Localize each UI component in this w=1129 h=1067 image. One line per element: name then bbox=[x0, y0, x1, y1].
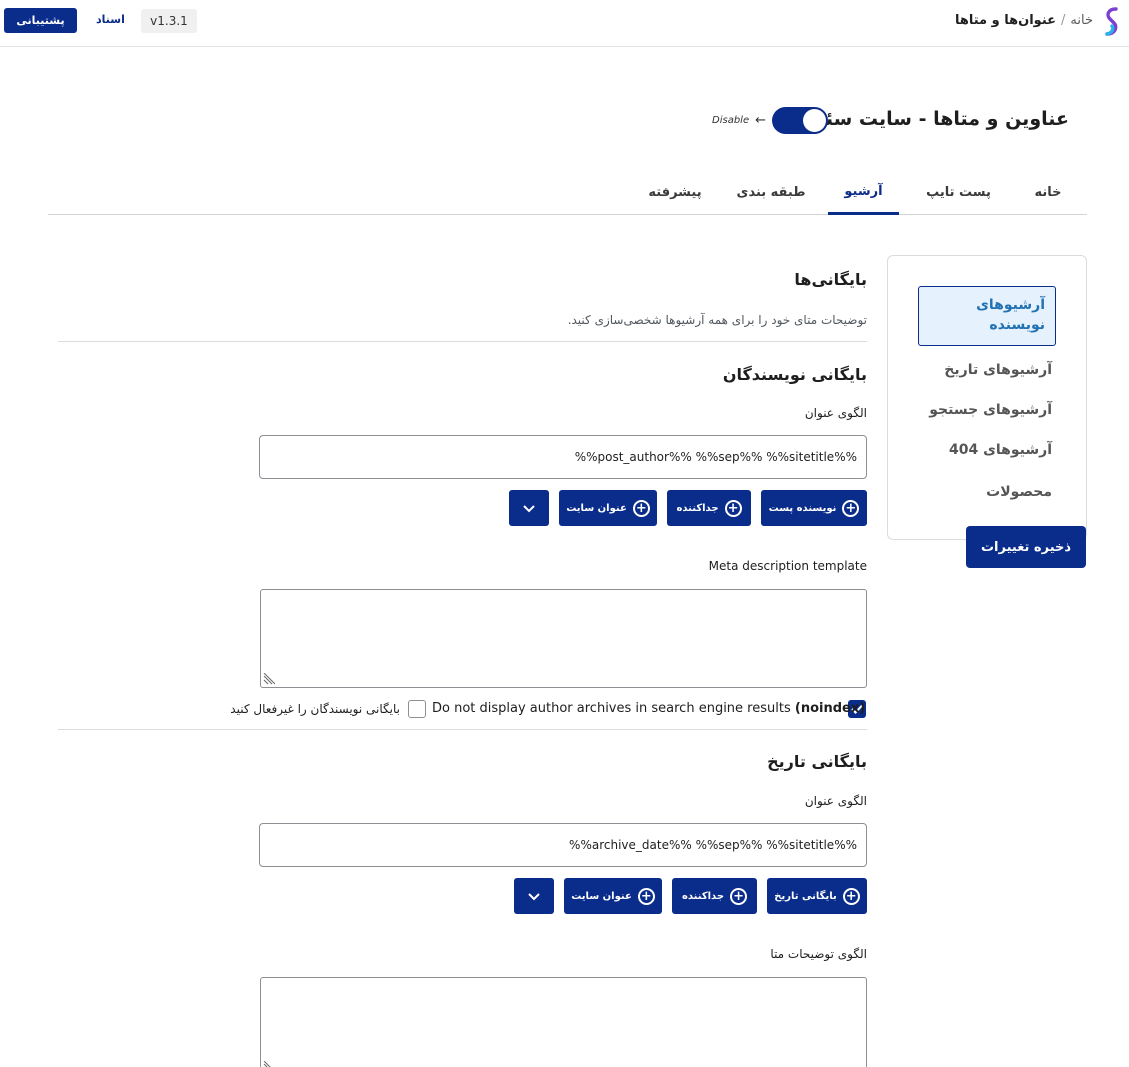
date-title-template-input[interactable]: %%archive_date%% %%sep%% %%sitetitle%% bbox=[259, 823, 867, 867]
insert-separator-label: جداکننده bbox=[676, 502, 719, 514]
disable-author-archives-label: بایگانی نویسندگان را غیرفعال کنید bbox=[230, 702, 400, 716]
disable-author-archives-checkbox[interactable] bbox=[408, 700, 426, 718]
arrow-left-icon: ← bbox=[755, 113, 767, 128]
toggle-label: Disable ← bbox=[712, 113, 766, 128]
insert-post-author-button[interactable]: + نویسنده پست bbox=[761, 490, 867, 526]
date-title-template-label: الگوی عنوان bbox=[804, 794, 867, 808]
insert-site-title-button[interactable]: + عنوان سایت bbox=[564, 878, 662, 914]
tab-archives[interactable]: آرشیو bbox=[828, 170, 899, 215]
author-archive-heading: بایگانی نویسندگان bbox=[722, 365, 867, 384]
section-description: توضیحات متای خود را برای همه آرشیوها شخص… bbox=[567, 313, 867, 327]
sidebar-item-author-archives[interactable]: آرشیوهای نویسنده bbox=[918, 286, 1056, 346]
logo-icon[interactable] bbox=[1101, 6, 1121, 38]
plus-circle-icon: + bbox=[842, 887, 860, 905]
page-title: عناوین و متاها - سایت سئو bbox=[813, 108, 1069, 130]
version-badge: v1.3.1 bbox=[141, 9, 197, 33]
author-title-template-input[interactable]: %%post_author%% %%sep%% %%sitetitle%% bbox=[259, 435, 867, 479]
insert-site-title-label: عنوان سایت bbox=[566, 502, 627, 514]
insert-site-title-label: عنوان سایت bbox=[571, 890, 632, 902]
tab-post-types[interactable]: پست تایپ bbox=[911, 170, 1006, 215]
support-button[interactable]: پشتیبانی bbox=[4, 8, 77, 33]
section-title: بایگانی‌ها bbox=[794, 270, 867, 289]
sidebar-item-search-archives[interactable]: آرشیوهای جستجو bbox=[929, 402, 1052, 418]
noindex-label: Do not display author archives in search… bbox=[432, 701, 865, 716]
sidebar-item-products[interactable]: محصولات bbox=[986, 484, 1052, 500]
module-toggle[interactable] bbox=[772, 107, 828, 134]
insert-post-author-label: نویسنده پست bbox=[768, 502, 837, 514]
tab-bar: خانه پست تایپ آرشیو طبقه بندی پیشرفته bbox=[48, 170, 1087, 215]
plus-circle-icon: + bbox=[730, 887, 748, 905]
tab-home[interactable]: خانه bbox=[1018, 170, 1078, 215]
more-variables-dropdown[interactable] bbox=[509, 490, 549, 526]
breadcrumb-home-link[interactable]: خانه bbox=[1070, 13, 1093, 28]
insert-separator-button[interactable]: + جداکننده bbox=[672, 878, 757, 914]
noindex-label-bold: (noindex) bbox=[794, 701, 866, 716]
breadcrumb-current: عنوان‌ها و متاها bbox=[954, 13, 1057, 28]
resize-handle-icon[interactable] bbox=[263, 1061, 275, 1067]
author-meta-template-textarea[interactable] bbox=[260, 589, 867, 688]
tab-taxonomies[interactable]: طبقه بندی bbox=[726, 170, 816, 215]
insert-separator-button[interactable]: + جداکننده bbox=[667, 490, 751, 526]
author-meta-template-label: Meta description template bbox=[708, 559, 867, 573]
tab-advanced[interactable]: پیشرفته bbox=[636, 170, 714, 215]
save-changes-button[interactable]: ذخیره تغییرات bbox=[966, 526, 1086, 568]
toggle-knob bbox=[803, 109, 826, 132]
sidebar-item-404-archives[interactable]: آرشیوهای 404 bbox=[949, 442, 1052, 458]
chevron-down-icon bbox=[528, 892, 540, 900]
archive-side-nav: آرشیوهای نویسنده آرشیوهای تاریخ آرشیوهای… bbox=[887, 255, 1087, 540]
insert-archive-date-label: بایگانی تاریخ bbox=[774, 890, 837, 902]
plus-circle-icon: + bbox=[637, 887, 655, 905]
divider bbox=[58, 729, 867, 730]
sidebar-item-date-archives[interactable]: آرشیوهای تاریخ bbox=[944, 362, 1052, 378]
author-title-template-label: الگوی عنوان bbox=[804, 406, 867, 420]
insert-separator-label: جداکننده bbox=[681, 890, 725, 902]
plus-circle-icon: + bbox=[632, 499, 650, 517]
insert-archive-date-button[interactable]: + بایگانی تاریخ bbox=[767, 878, 867, 914]
breadcrumb: خانه / عنوان‌ها و متاها bbox=[955, 13, 1093, 28]
chevron-down-icon bbox=[523, 504, 535, 512]
resize-handle-icon[interactable] bbox=[263, 673, 275, 685]
date-archive-heading: بایگانی تاریخ bbox=[767, 752, 867, 771]
plus-circle-icon: + bbox=[724, 499, 742, 517]
docs-link[interactable]: اسناد bbox=[96, 13, 125, 26]
breadcrumb-separator: / bbox=[1061, 13, 1066, 28]
divider bbox=[58, 341, 867, 342]
toggle-label-text: Disable bbox=[712, 115, 750, 126]
top-bar: خانه / عنوان‌ها و متاها v1.3.1 اسناد پشتیب… bbox=[0, 0, 1129, 47]
insert-site-title-button[interactable]: + عنوان سایت bbox=[559, 490, 657, 526]
date-meta-template-textarea[interactable] bbox=[260, 977, 867, 1067]
date-meta-template-label: الگوی توضیحات متا bbox=[770, 947, 867, 961]
plus-circle-icon: + bbox=[842, 499, 860, 517]
more-variables-dropdown[interactable] bbox=[514, 878, 554, 914]
noindex-label-text: Do not display author archives in search… bbox=[432, 701, 791, 716]
